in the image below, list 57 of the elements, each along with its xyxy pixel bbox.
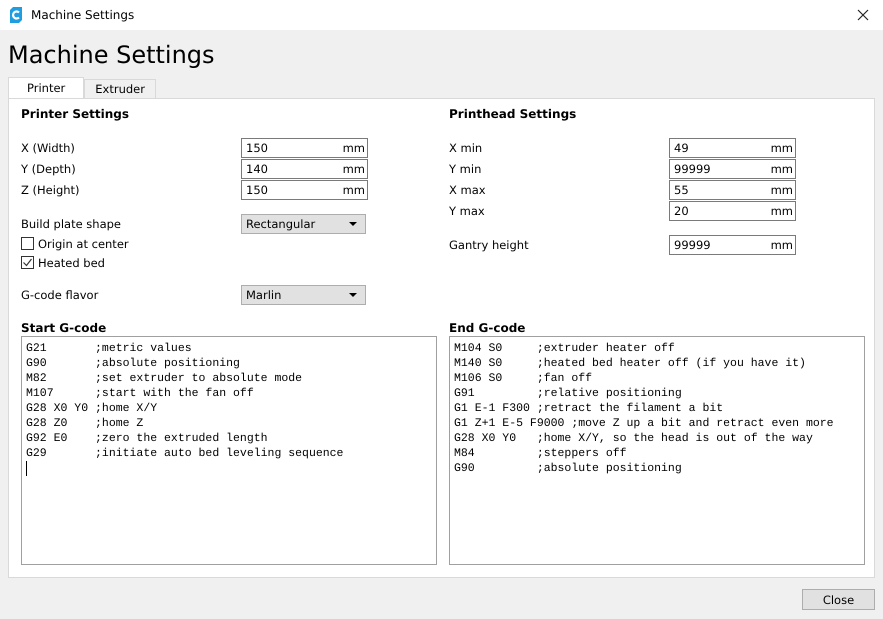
- code-line: G29 ;initiate auto bed leveling sequence: [26, 446, 344, 461]
- input-field[interactable]: 99999 mm: [669, 234, 796, 254]
- field-label: Y (Depth): [21, 162, 77, 176]
- input-field[interactable]: 150 mm: [241, 180, 368, 200]
- code-line: G28 X0 Y0 ;home X/Y: [26, 401, 158, 416]
- text-cursor: [26, 461, 27, 476]
- checkbox-label: Origin at center: [38, 236, 129, 250]
- code-line: G90 ;absolute positioning: [454, 461, 682, 476]
- input-field[interactable]: 150 mm: [241, 138, 368, 158]
- checkbox[interactable]: [21, 256, 34, 269]
- code-line: M104 S0 ;extruder heater off: [454, 341, 675, 356]
- field-label: G-code flavor: [21, 288, 100, 302]
- caret-icon: [349, 292, 357, 296]
- tab[interactable]: Extruder: [84, 79, 156, 98]
- field-label: X max: [449, 182, 487, 196]
- code-line: M82 ;set extruder to absolute mode: [26, 371, 302, 386]
- input-field[interactable]: 140 mm: [241, 158, 368, 178]
- close-button[interactable]: Close: [802, 589, 875, 610]
- field-label: Y max: [449, 204, 486, 218]
- input-field[interactable]: 49 mm: [669, 138, 796, 158]
- code-line: G21 ;metric values: [26, 341, 192, 356]
- section-title: Printhead Settings: [449, 107, 578, 123]
- checkbox-label: Heated bed: [38, 256, 105, 270]
- input-field[interactable]: 55 mm: [669, 180, 796, 200]
- code-line: G92 E0 ;zero the extruded length: [26, 431, 268, 446]
- section-title: Start G-code: [21, 321, 108, 336]
- field-label: Gantry height: [449, 238, 530, 252]
- caret-icon: [349, 222, 357, 226]
- code-line: M107 ;start with the fan off: [26, 386, 254, 401]
- section-title: Printer Settings: [21, 107, 130, 123]
- field-label: Build plate shape: [21, 216, 122, 230]
- input-field[interactable]: 20 mm: [669, 200, 796, 220]
- dropdown[interactable]: Rectangular: [241, 214, 366, 234]
- code-editor[interactable]: [449, 336, 865, 565]
- checkbox[interactable]: [21, 237, 34, 250]
- field-label: Z (Height): [21, 182, 81, 196]
- app-logo-icon: [8, 7, 24, 23]
- code-line: G1 Z+1 E-5 F9000 ;move Z up a bit and retract even more: [454, 416, 834, 431]
- field-label: Y min: [449, 162, 482, 176]
- window-title: Machine Settings: [31, 8, 136, 22]
- dropdown[interactable]: Marlin: [241, 284, 366, 304]
- dialog-heading: Machine Settings: [8, 40, 216, 71]
- code-line: G90 ;absolute positioning: [26, 356, 240, 371]
- code-line: G28 X0 Y0 ;home X/Y, so the head is out of the way: [454, 431, 813, 446]
- code-line: M140 S0 ;heated bed heater off (if you have it): [454, 356, 806, 371]
- input-field[interactable]: 99999 mm: [669, 158, 796, 178]
- code-line: G91 ;relative positioning: [454, 386, 682, 401]
- code-line: G1 E-1 F300 ;retract the filament a bit: [454, 401, 724, 416]
- code-editor[interactable]: [21, 336, 437, 565]
- code-line: M106 S0 ;fan off: [454, 371, 592, 386]
- code-line: G28 Z0 ;home Z: [26, 416, 144, 431]
- code-line: M84 ;steppers off: [454, 446, 627, 461]
- tab[interactable]: Printer: [8, 77, 84, 98]
- field-label: X min: [449, 140, 484, 154]
- field-label: X (Width): [21, 140, 76, 154]
- section-title: End G-code: [449, 321, 526, 336]
- close-icon[interactable]: [857, 9, 869, 21]
